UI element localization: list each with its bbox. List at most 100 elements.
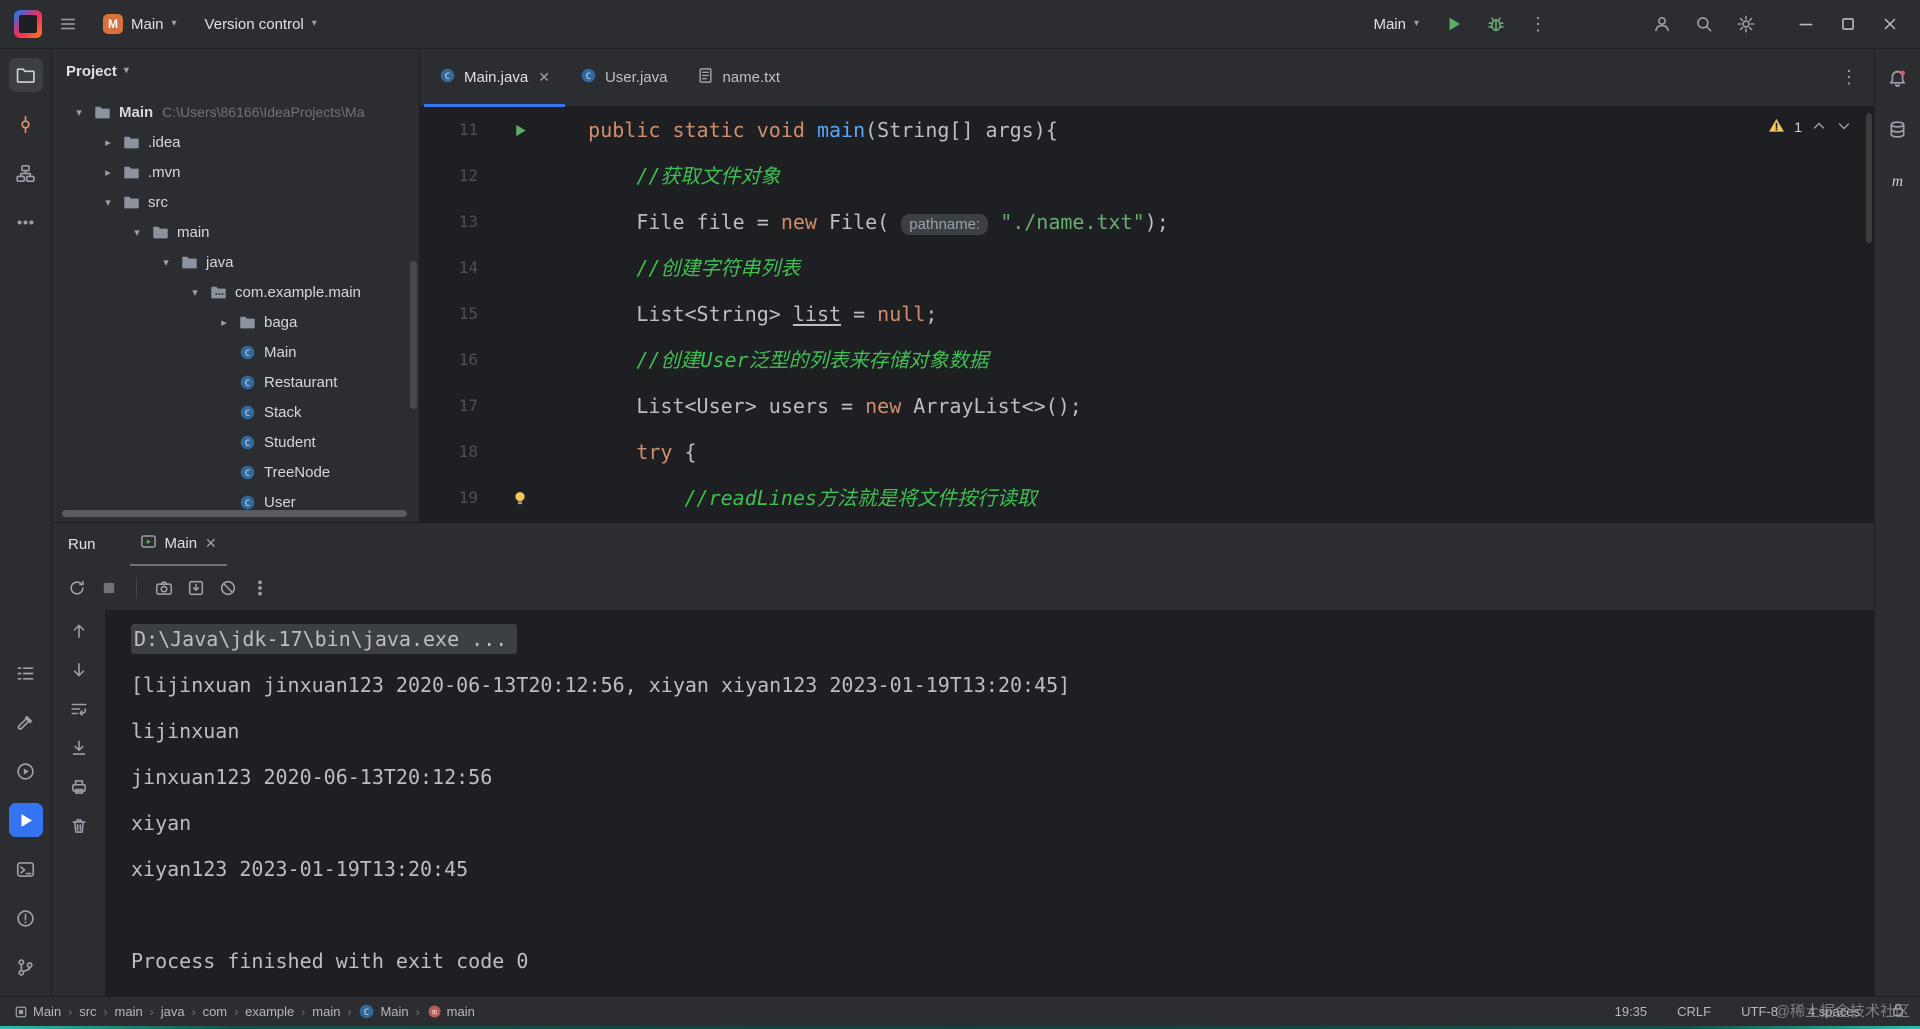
chevron-collapsed-icon[interactable]: ▸ [97,166,119,179]
run-method-icon[interactable] [482,107,540,153]
editor-line-17[interactable]: 17 List<User> users = new ArrayList<>(); [420,383,1874,429]
scroll-end-icon[interactable] [66,735,92,761]
chevron-expanded-icon[interactable]: ▾ [184,286,206,299]
tree-item-stack[interactable]: C Stack [52,397,419,427]
camera-icon[interactable] [151,575,177,601]
tree-item-java[interactable]: ▾ java [52,247,419,277]
next-problem-icon[interactable] [1836,118,1852,137]
project-widget[interactable]: M Main ▾ [94,9,186,39]
window-maximize-button[interactable] [1832,8,1864,40]
run-tool-icon[interactable] [8,803,43,837]
window-close-button[interactable] [1874,8,1906,40]
tree-item-src[interactable]: ▾ src [52,187,419,217]
arrow-up-icon[interactable] [66,618,92,644]
breadcrumb-item[interactable]: main [312,1004,340,1019]
breadcrumb-item[interactable]: main [115,1004,143,1019]
console-output[interactable]: D:\Java\jdk-17\bin\java.exe ... [lijinxua… [105,610,1874,996]
run-panel-title[interactable]: Run [68,523,96,566]
print-icon[interactable] [66,774,92,800]
maven-icon[interactable]: m [1881,163,1915,197]
breadcrumb-item[interactable]: com [203,1004,228,1019]
chevron-expanded-icon[interactable]: ▾ [126,226,148,239]
tree-item-restaurant[interactable]: C Restaurant [52,367,419,397]
problems-icon[interactable] [9,901,43,935]
chevron-expanded-icon[interactable]: ▾ [155,256,177,269]
mute-icon[interactable] [215,575,241,601]
editor-body[interactable]: 11 public static void main(String[] args… [420,107,1874,522]
close-tab-icon[interactable]: ✕ [538,69,550,86]
line-number[interactable]: 15 [420,291,482,337]
tree-item-main[interactable]: C Main [52,337,419,367]
line-number[interactable]: 13 [420,199,482,245]
line-number[interactable]: 14 [420,245,482,291]
console-line[interactable]: D:\Java\jdk-17\bin\java.exe ... [131,616,1874,662]
editor-line-15[interactable]: 15 List<String> list = null; [420,291,1874,337]
structure-icon[interactable] [9,156,43,190]
breadcrumb-item[interactable]: Main [14,1004,61,1019]
chevron-collapsed-icon[interactable]: ▸ [213,316,235,329]
inspections-widget[interactable]: 1 [1768,117,1852,137]
arrow-down-icon[interactable] [66,657,92,683]
indent-style[interactable]: 4 spaces [1808,1004,1860,1019]
run-button[interactable] [1438,8,1470,40]
line-number[interactable]: 11 [420,107,482,153]
tab-user-java[interactable]: C User.java [565,49,683,106]
todo-icon[interactable] [9,656,43,690]
commit-icon[interactable] [9,107,43,141]
editor-line-11[interactable]: 11 public static void main(String[] args… [420,107,1874,153]
editor-line-13[interactable]: 13 File file = new File( pathname: "./na… [420,199,1874,245]
chevron-expanded-icon[interactable]: ▾ [68,106,90,119]
vcs-widget[interactable]: Version control ▾ [196,11,326,38]
tree-item-main[interactable]: ▾ Main C:\Users\86166\IdeaProjects\Ma [52,97,419,127]
tab-options-icon[interactable]: ⋮ [1824,49,1874,106]
breadcrumb-item[interactable]: java [161,1004,185,1019]
services-icon[interactable] [9,754,43,788]
notifications-icon[interactable] [1881,61,1915,95]
git-branch-icon[interactable] [9,950,43,984]
close-icon[interactable]: ✕ [205,535,217,552]
editor-line-14[interactable]: 14 //创建字符串列表 [420,245,1874,291]
vertical-scrollbar[interactable] [410,261,417,409]
settings-gear-icon[interactable] [1730,8,1762,40]
build-icon[interactable] [9,705,43,739]
line-number[interactable]: 16 [420,337,482,383]
prev-problem-icon[interactable] [1811,118,1827,137]
line-number[interactable]: 12 [420,153,482,199]
rerun-icon[interactable] [64,575,90,601]
tree-item-student[interactable]: C Student [52,427,419,457]
breadcrumb-item[interactable]: src [79,1004,96,1019]
intention-bulb-icon[interactable] [482,475,540,521]
project-panel-header[interactable]: Project ▾ [52,49,419,93]
debug-button[interactable] [1480,8,1512,40]
file-encoding[interactable]: UTF-8 [1741,1004,1778,1019]
tab-main-java[interactable]: C Main.java ✕ [424,49,565,107]
chevron-expanded-icon[interactable]: ▾ [97,196,119,209]
editor-line-12[interactable]: 12 //获取文件对象 [420,153,1874,199]
more-tools-icon[interactable] [9,205,43,239]
tree-item-com-example-main[interactable]: ▾ com.example.main [52,277,419,307]
readonly-lock-icon[interactable] [1890,1002,1906,1021]
line-number[interactable]: 18 [420,429,482,475]
line-number[interactable]: 17 [420,383,482,429]
stop-icon[interactable] [96,575,122,601]
caret-position[interactable]: 19:35 [1615,1004,1648,1019]
tree-item--mvn[interactable]: ▸ .mvn [52,157,419,187]
editor-line-19[interactable]: 19 //readLines方法就是将文件按行读取 [420,475,1874,521]
breadcrumb-item[interactable]: example [245,1004,294,1019]
more-options-icon[interactable] [247,575,273,601]
editor-scrollbar[interactable] [1866,113,1872,243]
breadcrumb-item[interactable]: C Main [358,1003,409,1020]
user-account-icon[interactable] [1646,8,1678,40]
line-separator[interactable]: CRLF [1677,1004,1711,1019]
line-number[interactable]: 19 [420,475,482,521]
tree-item--idea[interactable]: ▸ .idea [52,127,419,157]
editor-line-16[interactable]: 16 //创建User泛型的列表来存储对象数据 [420,337,1874,383]
run-config-selector[interactable]: Main ▾ [1364,11,1428,38]
folded-command-line[interactable]: D:\Java\jdk-17\bin\java.exe ... [131,624,518,654]
tree-item-main[interactable]: ▾ main [52,217,419,247]
tab-name-txt[interactable]: name.txt [682,49,795,106]
project-folder-icon[interactable] [8,58,43,92]
hamburger-menu-icon[interactable] [52,8,84,40]
search-everywhere-icon[interactable] [1688,8,1720,40]
clear-icon[interactable] [66,813,92,839]
